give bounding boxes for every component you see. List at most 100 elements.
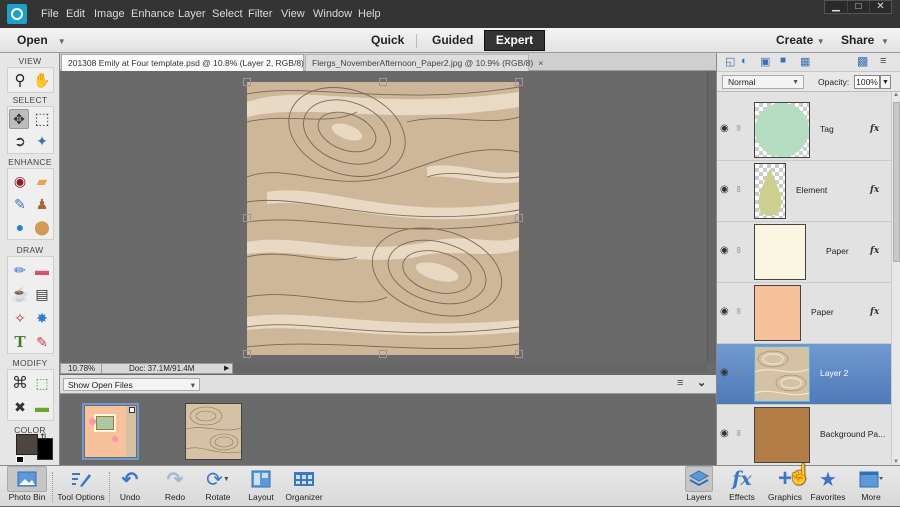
menu-window[interactable]: Window [313,0,352,28]
menu-file[interactable]: File [41,0,59,28]
visibility-eye-icon[interactable]: ◉ [720,184,729,195]
lock-transparent-icon[interactable]: ▦ [800,55,810,68]
eyedropper-tool-icon[interactable]: ✧ [10,308,30,328]
transform-handle[interactable] [515,78,523,86]
redo-button[interactable]: ↷ Redo [157,466,193,507]
layer-row[interactable]: ◉ ∞ Layer 2 [717,344,891,405]
type-tool-icon[interactable]: T [10,332,30,352]
menu-filter[interactable]: Filter [248,0,272,28]
visibility-eye-icon[interactable]: ◉ [720,306,729,317]
app-logo-icon[interactable] [7,4,27,24]
menu-view[interactable]: View [281,0,305,28]
close-tab-icon[interactable]: × [538,58,543,68]
layer-link-icon[interactable]: ∞ [734,125,744,131]
organizer-button[interactable]: Organizer [283,466,325,507]
visibility-eye-icon[interactable]: ◉ [720,123,729,134]
layer-style-fx-icon[interactable]: fx [870,307,879,317]
layer-style-fx-icon[interactable]: fx [870,124,879,134]
visibility-eye-icon[interactable]: ◉ [720,367,729,378]
layer-name[interactable]: Element [796,185,827,195]
zoom-tool-icon[interactable]: ⚲ [10,70,30,90]
menu-edit[interactable]: Edit [66,0,85,28]
rotate-button[interactable]: ⟳ ▼ Rotate [200,466,236,507]
layer-row[interactable]: ◉ ∞ Element fx [717,161,891,222]
transform-handle[interactable] [515,214,523,222]
transform-handle[interactable] [243,78,251,86]
layer-link-icon[interactable]: ∞ [734,186,744,192]
layer-name[interactable]: Layer 2 [820,368,848,378]
red-eye-tool-icon[interactable]: ◉ [10,171,30,191]
layer-link-icon[interactable]: ∞ [734,430,744,436]
quick-selection-tool-icon[interactable]: ✦ [32,131,52,151]
transform-handle[interactable] [515,350,523,358]
blend-mode-dropdown[interactable]: Normal ▼ [722,75,804,89]
panel-menu-icon[interactable]: ≡ [880,55,886,67]
collapse-bin-icon[interactable]: ⌄ [697,376,706,389]
document-image[interactable] [247,82,519,355]
gradient-tool-icon[interactable]: ▤ [32,284,52,304]
lock-all-icon[interactable]: ■ [780,55,786,66]
canvas-vertical-scrollbar[interactable] [707,71,716,362]
move-tool-icon[interactable]: ✥ [9,109,29,129]
menu-image[interactable]: Image [94,0,125,28]
menu-select[interactable]: Select [212,0,243,28]
open-button[interactable]: Open ▼ [17,28,66,53]
delete-layer-icon[interactable]: ▩ [857,54,868,68]
transform-handle[interactable] [243,214,251,222]
layer-link-icon[interactable]: ∞ [734,308,744,314]
tab-document-1[interactable]: 201308 Emily at Four template.psd @ 10.8… [61,54,320,71]
layers-button[interactable]: Layers [685,466,713,507]
canvas-horizontal-scrollbar[interactable] [233,363,707,373]
layer-link-icon[interactable]: ∞ [734,369,744,375]
bin-thumbnail-paper[interactable] [185,403,242,460]
status-menu-arrow-icon[interactable]: ▶ [224,364,229,374]
bin-thumbnail-template[interactable] [82,403,139,460]
transform-handle[interactable] [379,350,387,358]
layer-row[interactable]: ◉ ∞ Background Pa... [717,405,891,465]
mode-quick[interactable]: Quick [371,28,404,53]
layer-name[interactable]: Tag [820,124,834,134]
blur-tool-icon[interactable]: ● [10,217,30,237]
layer-name[interactable]: Paper [826,246,849,256]
zoom-level[interactable]: 10.78% [68,364,95,374]
foreground-color-swatch[interactable] [16,434,38,455]
lasso-tool-icon[interactable]: ➲ [10,131,30,151]
menu-enhance[interactable]: Enhance [131,0,174,28]
undo-button[interactable]: ↶ Undo [112,466,148,507]
straighten-tool-icon[interactable]: ▬ [32,397,52,417]
eraser-tool-icon[interactable]: ▬ [32,260,52,280]
effects-button[interactable]: fx Effects [725,466,759,507]
layer-link-icon[interactable]: ∞ [734,247,744,253]
smart-brush-tool-icon[interactable]: ✎ [10,194,30,214]
more-button[interactable]: More [855,466,887,507]
menu-help[interactable]: Help [358,0,381,28]
mode-expert[interactable]: Expert [484,30,545,51]
layer-name[interactable]: Paper [811,307,834,317]
create-button[interactable]: Create ▼ [776,28,825,53]
adjustment-layer-icon[interactable]: ◐ [741,55,748,67]
brush-tool-icon[interactable]: ✏ [10,260,30,280]
restore-icon[interactable]: □ [847,1,869,14]
tool-options-button[interactable]: Tool Options [55,466,107,507]
content-aware-move-tool-icon[interactable]: ✖ [10,397,30,417]
layer-row[interactable]: ◉ ∞ Paper fx [717,222,891,283]
minimize-icon[interactable]: ▁ [825,1,847,14]
tab-document-2[interactable]: Flergs_NovemberAfternoon_Paper2.jpg @ 10… [305,54,543,71]
layers-scrollbar[interactable]: ▲ ▼ [891,92,900,465]
opacity-dropdown-icon[interactable]: ▼ [880,75,891,89]
opacity-input[interactable]: 100% [854,75,880,89]
new-layer-icon[interactable]: ◱ [725,55,735,68]
sponge-tool-icon[interactable]: ⬤ [32,217,52,237]
mode-guided[interactable]: Guided [432,28,473,53]
scroll-thumb[interactable] [893,102,900,262]
crop-tool-icon[interactable]: ⌘ [10,373,30,393]
spot-healing-tool-icon[interactable]: ▰ [32,171,52,191]
swap-colors-icon[interactable]: ⇅ [40,432,48,443]
layer-style-fx-icon[interactable]: fx [870,246,879,256]
layer-row[interactable]: ◉ ∞ Paper fx [717,283,891,344]
layout-button[interactable]: Layout [243,466,279,507]
share-button[interactable]: Share ▼ [841,28,889,53]
layer-row[interactable]: ◉ ∞ Tag fx [717,100,891,161]
clone-stamp-tool-icon[interactable]: ♟ [32,194,52,214]
scroll-up-icon[interactable]: ▲ [893,92,899,98]
